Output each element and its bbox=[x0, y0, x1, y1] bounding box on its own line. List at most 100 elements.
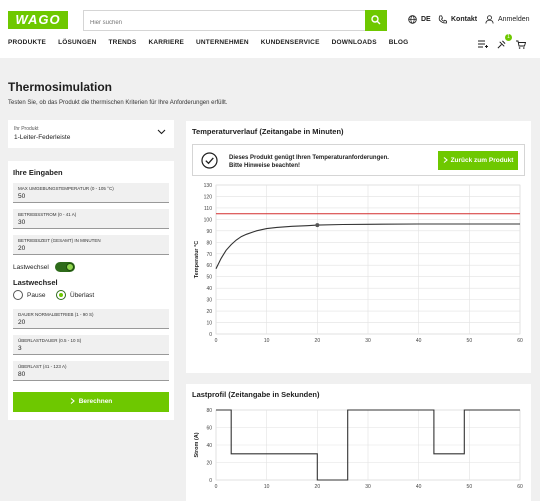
y-tick-label: 0 bbox=[209, 478, 212, 484]
back-to-product-button[interactable]: Zurück zum Produkt bbox=[438, 151, 518, 170]
quick-order-icon[interactable] bbox=[497, 40, 506, 49]
y-tick-label: 70 bbox=[206, 252, 212, 258]
y-axis-label: Temperatur °C bbox=[194, 241, 200, 279]
x-tick-label: 30 bbox=[365, 338, 371, 344]
compare-list-icon[interactable] bbox=[478, 40, 488, 48]
x-tick-label: 60 bbox=[517, 484, 523, 490]
x-tick-label: 50 bbox=[467, 338, 473, 344]
normal-duration-field[interactable]: DAUER NORMALBETRIEB (1 - 90 S) 20 bbox=[13, 309, 169, 329]
page-title: Thermosimulation bbox=[8, 80, 113, 94]
field-label: DAUER NORMALBETRIEB (1 - 90 S) bbox=[18, 312, 94, 317]
header: WAGO DE Kontakt Anmelden PRODUKTE LÖSUNG… bbox=[0, 0, 540, 58]
field-value: 3 bbox=[18, 345, 22, 352]
cart-badge: 1 bbox=[505, 34, 512, 41]
x-tick-label: 0 bbox=[215, 338, 218, 344]
nav-item-produkte[interactable]: PRODUKTE bbox=[8, 39, 46, 46]
calculate-button-label: Berechnen bbox=[78, 398, 113, 405]
radio-pause-row[interactable]: Pause bbox=[13, 290, 45, 300]
y-tick-label: 130 bbox=[204, 183, 213, 189]
load-profile-title: Lastprofil (Zeitangabe in Sekunden) bbox=[192, 390, 320, 399]
y-tick-label: 80 bbox=[206, 240, 212, 246]
load-change-toggle[interactable] bbox=[54, 262, 75, 272]
language-switcher[interactable]: DE bbox=[408, 15, 431, 24]
user-icon bbox=[485, 15, 494, 24]
nav-item-downloads[interactable]: DOWNLOADS bbox=[332, 39, 377, 46]
product-select[interactable]: Ihr Produkt 1-Leiter-Federleiste bbox=[8, 120, 174, 148]
contact-label: Kontakt bbox=[451, 16, 478, 23]
operating-time-field[interactable]: BETRIEBSZEIT (GESAMT) IN MINUTEN 20 bbox=[13, 235, 169, 255]
field-value: 20 bbox=[18, 319, 26, 326]
phone-icon bbox=[438, 15, 447, 24]
wago-logo[interactable]: WAGO bbox=[8, 11, 68, 29]
x-tick-label: 10 bbox=[264, 338, 270, 344]
search-box bbox=[83, 10, 387, 33]
radio-pause-label: Pause bbox=[27, 291, 46, 299]
y-tick-label: 60 bbox=[206, 263, 212, 269]
overload-current-field[interactable]: ÜBERLAST (41 - 123 A) 80 bbox=[13, 361, 169, 381]
cart-icon[interactable] bbox=[516, 40, 526, 49]
load-profile-card: Lastprofil (Zeitangabe in Sekunden) 80 60… bbox=[186, 384, 531, 501]
x-tick-label: 40 bbox=[416, 484, 422, 490]
field-label: BETRIEBSZEIT (GESAMT) IN MINUTEN bbox=[18, 238, 101, 243]
check-circle-icon bbox=[201, 152, 218, 169]
y-tick-label: 20 bbox=[206, 309, 212, 315]
radio-overload-row[interactable]: Überlast bbox=[56, 290, 94, 300]
contact-link[interactable]: Kontakt bbox=[438, 15, 477, 24]
login-link[interactable]: Anmelden bbox=[485, 15, 530, 24]
y-tick-label: 90 bbox=[206, 229, 212, 235]
search-button[interactable] bbox=[365, 10, 387, 31]
field-value: 30 bbox=[18, 219, 26, 226]
field-label: BETRIEBSSTROM (0 - 41 A) bbox=[18, 212, 77, 217]
radio-overload[interactable] bbox=[56, 290, 66, 300]
field-label: ÜBERLASTDAUER (0.5 - 10 S) bbox=[18, 338, 82, 343]
x-tick-label: 30 bbox=[365, 484, 371, 490]
y-tick-label: 40 bbox=[206, 443, 212, 449]
field-value: 80 bbox=[18, 371, 26, 378]
field-label: ÜBERLAST (41 - 123 A) bbox=[18, 364, 67, 369]
x-tick-label: 10 bbox=[264, 484, 270, 490]
field-label: MAX UMGEBUNGSTEMPERATUR (0 - 105 °C) bbox=[18, 186, 114, 191]
nav-item-loesungen[interactable]: LÖSUNGEN bbox=[58, 39, 96, 46]
nav-item-karriere[interactable]: KARRIERE bbox=[148, 39, 184, 46]
y-tick-label: 120 bbox=[204, 194, 213, 200]
x-tick-label: 60 bbox=[517, 338, 523, 344]
load-change-toggle-label: Lastwechsel bbox=[13, 263, 49, 271]
y-tick-label: 30 bbox=[206, 298, 212, 304]
page-subtitle: Testen Sie, ob das Produkt die thermisch… bbox=[8, 100, 228, 106]
nav-item-kundenservice[interactable]: KUNDENSERVICE bbox=[261, 39, 320, 46]
globe-icon bbox=[408, 15, 417, 24]
nav-item-unternehmen[interactable]: UNTERNEHMEN bbox=[196, 39, 249, 46]
operating-current-field[interactable]: BETRIEBSSTROM (0 - 41 A) 30 bbox=[13, 209, 169, 229]
chevron-right-icon bbox=[70, 398, 75, 405]
search-input[interactable] bbox=[84, 13, 364, 33]
temperature-chart-card: Temperaturverlauf (Zeitangabe in Minuten… bbox=[186, 121, 531, 373]
ambient-temperature-field[interactable]: MAX UMGEBUNGSTEMPERATUR (0 - 105 °C) 50 bbox=[13, 183, 169, 203]
nav-item-trends[interactable]: TRENDS bbox=[109, 39, 137, 46]
nav-item-blog[interactable]: BLOG bbox=[389, 39, 409, 46]
y-tick-label: 110 bbox=[204, 206, 212, 212]
y-tick-label: 40 bbox=[206, 286, 212, 292]
overload-duration-field[interactable]: ÜBERLASTDAUER (0.5 - 10 S) 3 bbox=[13, 335, 169, 355]
x-tick-label: 50 bbox=[467, 484, 473, 490]
y-tick-label: 20 bbox=[206, 461, 212, 467]
data-point-marker bbox=[315, 223, 320, 228]
y-tick-label: 80 bbox=[206, 408, 212, 414]
product-select-value: 1-Leiter-Federleiste bbox=[14, 134, 71, 141]
result-notice: Dieses Produkt genügt Ihren Temperaturan… bbox=[192, 144, 525, 176]
radio-pause[interactable] bbox=[13, 290, 23, 300]
load-change-title: Lastwechsel bbox=[13, 278, 58, 287]
y-tick-label: 10 bbox=[206, 321, 212, 327]
y-tick-label: 100 bbox=[204, 217, 213, 223]
main-navigation: PRODUKTE LÖSUNGEN TRENDS KARRIERE UNTERN… bbox=[8, 39, 420, 46]
x-tick-label: 20 bbox=[315, 338, 321, 344]
y-tick-label: 60 bbox=[206, 426, 212, 432]
calculate-button[interactable]: Berechnen bbox=[13, 392, 169, 412]
product-select-label: Ihr Produkt bbox=[14, 126, 39, 132]
chevron-down-icon bbox=[157, 129, 166, 135]
y-axis-label: Strom (A) bbox=[194, 432, 200, 457]
load-profile-chart: 80 60 40 20 00 10 20 30 40 50 60 Strom (A) bbox=[194, 408, 523, 490]
notice-text: Dieses Produkt genügt Ihren Temperaturan… bbox=[229, 155, 389, 169]
field-value: 20 bbox=[18, 245, 26, 252]
y-tick-label: 50 bbox=[206, 275, 212, 281]
y-tick-label: 0 bbox=[209, 332, 212, 338]
